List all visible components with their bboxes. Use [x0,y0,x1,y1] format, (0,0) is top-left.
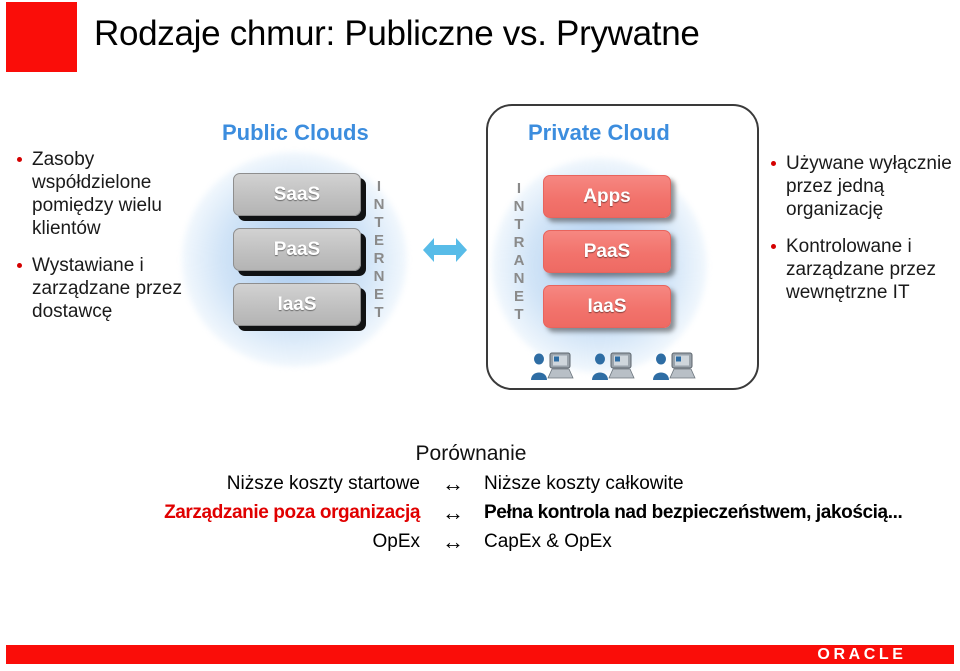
oracle-wordmark: ORACLE [817,645,907,663]
vertical-label-letter: N [373,196,385,213]
private-cloud-layer-stack: Apps PaaS IaaS [543,175,671,340]
vertical-label-letter: N [513,198,525,215]
public-cloud-layer-stack: SaaS PaaS IaaS [233,173,361,338]
comparison-row: Zarządzanie poza organizacją ↔ Pełna kon… [0,502,960,524]
double-arrow-icon: ↔ [442,500,464,525]
vertical-label-letter: N [373,268,385,285]
public-clouds-heading: Public Clouds [222,120,369,145]
vertical-label-letter: E [373,232,384,249]
list-item: Zasoby współdzielone pomiędzy wielu klie… [14,148,194,240]
bullet-list-private: Używane wyłącznie przez jedną organizacj… [768,152,953,318]
bullet-text: Używane wyłącznie przez jedną organizacj… [786,153,952,220]
double-arrow-icon: ↔ [442,471,464,496]
list-item: Wystawiane i zarządzane przez dostawcę [14,254,194,323]
bullet-text: Zasoby współdzielone pomiędzy wielu klie… [32,149,162,239]
oracle-logo: ORACLE [770,645,954,664]
layer-box-iaas-private: IaaS [543,285,671,328]
comparison-right-text: Niższe koszty całkowite [484,473,684,494]
vertical-label-letter: T [514,216,524,233]
layer-box-saas: SaaS [233,173,361,216]
vertical-label-letter: E [373,286,384,303]
vertical-label-letter: A [513,252,525,269]
comparison-right-text: Pełna kontrola nad bezpieczeństwem, jako… [484,502,903,523]
vertical-label-letter: T [374,304,384,321]
bullet-list-public: Zasoby współdzielone pomiędzy wielu klie… [14,148,194,337]
user-workstation-group [528,350,698,384]
comparison-left-text: Zarządzanie poza organizacją [164,502,420,523]
list-item: Kontrolowane i zarządzane przez wewnętrz… [768,235,953,304]
user-workstation-icon [589,350,637,382]
user-workstation-icon [528,350,576,382]
bullet-text: Kontrolowane i zarządzane przez wewnętrz… [786,236,936,303]
double-arrow-icon: ↔ [442,529,464,554]
comparison-row: Niższe koszty startowe ↔ Niższe koszty c… [0,473,960,495]
layer-box-iaas: IaaS [233,283,361,326]
list-item: Używane wyłącznie przez jedną organizacj… [768,152,953,221]
comparison-row: OpEx ↔ CapEx & OpEx [0,531,960,553]
intranet-label: INTRANET [512,180,526,324]
vertical-label-letter: R [513,234,525,251]
layer-box-paas-private: PaaS [543,230,671,273]
comparison-left-text: Niższe koszty startowe [226,473,420,494]
vertical-label-letter: I [376,178,382,195]
vertical-label-letter: T [514,306,524,323]
bullet-text: Wystawiane i zarządzane przez dostawcę [32,255,182,322]
vertical-label-letter: R [373,250,385,267]
vertical-label-letter: N [513,270,525,287]
comparison-title: Porównanie [415,442,527,465]
internet-label: INTERNET [372,178,386,322]
comparison-section: Porównanie Niższe koszty startowe ↔ Niżs… [0,442,960,553]
comparison-left-text: OpEx [372,531,420,552]
private-cloud-heading: Private Cloud [528,120,670,145]
layer-box-apps: Apps [543,175,671,218]
page-title: Rodzaje chmur: Publiczne vs. Prywatne [94,14,700,53]
vertical-label-letter: E [513,288,524,305]
title-accent-block [6,2,77,72]
layer-box-paas: PaaS [233,228,361,271]
double-arrow-horizontal-icon [421,230,469,270]
vertical-label-letter: T [374,214,384,231]
user-workstation-icon [650,350,698,382]
comparison-right-text: CapEx & OpEx [484,531,612,552]
slide-canvas: Rodzaje chmur: Publiczne vs. Prywatne Za… [0,0,960,671]
vertical-label-letter: I [516,180,522,197]
